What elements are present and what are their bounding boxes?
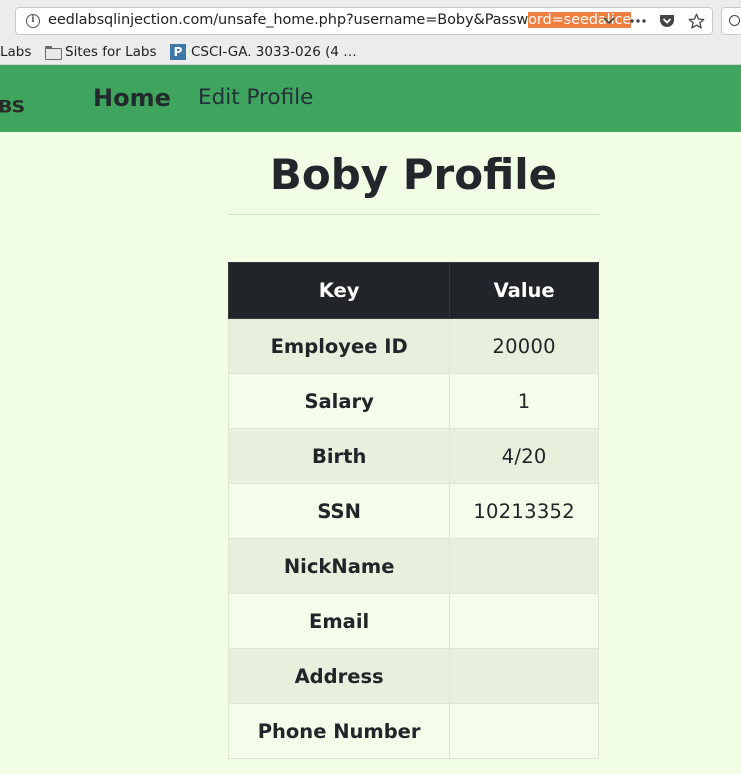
profile-table: Key Value Employee ID 20000 Salary 1 Bir… (227, 262, 599, 759)
row-key: Phone Number (227, 703, 451, 759)
divider (228, 214, 599, 215)
row-value: 20000 (449, 318, 599, 374)
table-row: NickName (227, 538, 599, 594)
url-prefix[interactable]: еedlabsqlinjection.com/unsafe_home.php?u… (48, 12, 528, 28)
page-title: Boby Profile (269, 150, 558, 199)
column-header-key: Key (227, 262, 451, 319)
url-actions (599, 11, 706, 31)
table-row: Email (227, 593, 599, 649)
search-icon (729, 15, 740, 26)
row-key: Email (227, 593, 451, 649)
folder-icon (45, 46, 62, 60)
row-key: Birth (227, 428, 451, 484)
more-options-icon[interactable] (628, 11, 648, 31)
table-row: Salary 1 (227, 373, 599, 429)
table-row: Birth 4/20 (227, 428, 599, 484)
row-key: NickName (227, 538, 451, 594)
pocket-icon[interactable] (657, 11, 677, 31)
row-value (449, 593, 599, 649)
url-text[interactable]: еedlabsqlinjection.com/unsafe_home.php?u… (48, 12, 631, 28)
bookmark-labs[interactable]: Labs (0, 44, 31, 60)
bookmark-sites-for-labs[interactable]: Sites for Labs (45, 44, 157, 60)
table-row: Phone Number (227, 703, 599, 759)
table-row: Employee ID 20000 (227, 318, 599, 374)
address-bar[interactable]: i еedlabsqlinjection.com/unsafe_home.php… (15, 7, 713, 35)
piazza-icon: P (170, 44, 186, 60)
row-value (449, 703, 599, 759)
row-key: Salary (227, 373, 451, 429)
chevron-down-icon[interactable] (599, 11, 619, 31)
row-value: 1 (449, 373, 599, 429)
bookmark-label[interactable]: CSCI-GA. 3033-026 (4 … (191, 44, 357, 60)
row-key: SSN (227, 483, 451, 539)
row-key: Address (227, 648, 451, 704)
row-value (449, 538, 599, 594)
bookmark-star-icon[interactable] (686, 11, 706, 31)
row-value (449, 648, 599, 704)
bookmark-label[interactable]: Labs (0, 44, 31, 60)
search-box[interactable] (721, 7, 741, 35)
bookmark-label[interactable]: Sites for Labs (65, 44, 157, 60)
table-row: SSN 10213352 (227, 483, 599, 539)
row-value: 10213352 (449, 483, 599, 539)
column-header-value: Value (449, 262, 599, 319)
bookmark-csci[interactable]: P CSCI-GA. 3033-026 (4 … (170, 44, 357, 60)
table-row: Address (227, 648, 599, 704)
site-logo[interactable]: BS (0, 97, 25, 117)
table-header-row: Key Value (227, 262, 599, 319)
nav-home-link[interactable]: Home (93, 84, 171, 112)
bookmarks-bar: Labs Sites for Labs P CSCI-GA. 3033-026 … (0, 41, 741, 65)
row-key: Employee ID (227, 318, 451, 374)
row-value: 4/20 (449, 428, 599, 484)
nav-edit-profile-link[interactable]: Edit Profile (198, 85, 313, 110)
info-icon[interactable]: i (26, 14, 40, 28)
